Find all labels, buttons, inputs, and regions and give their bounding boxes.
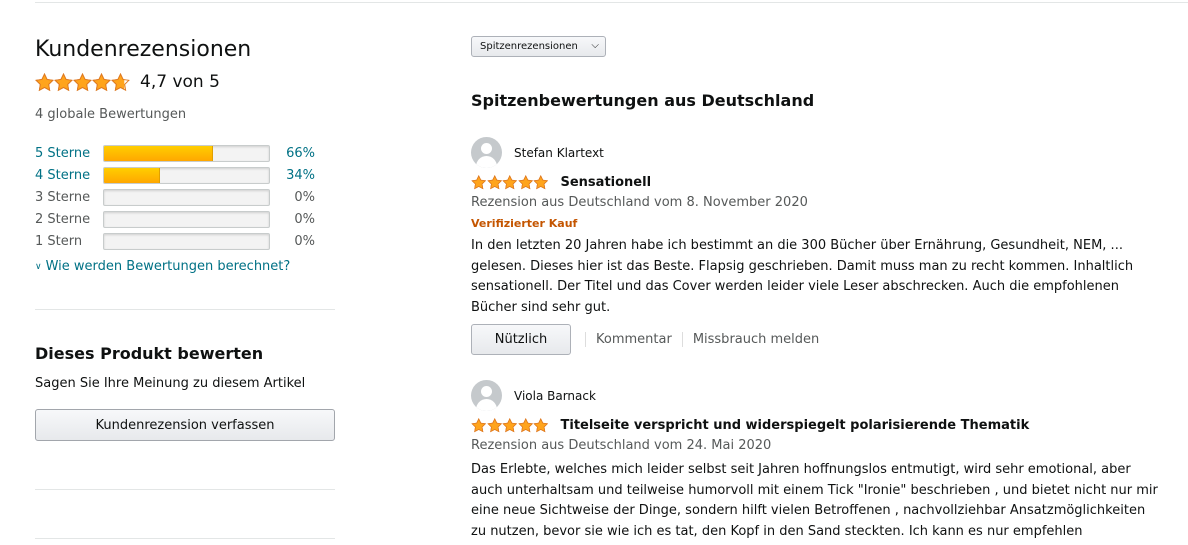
separator (585, 332, 586, 347)
star-icon (73, 72, 92, 91)
histogram-fill (104, 145, 213, 161)
average-rating-text: 4,7 von 5 (140, 72, 220, 92)
histogram-fill (104, 167, 161, 183)
overall-rating: 4,7 von 5 (35, 72, 220, 92)
helpful-button[interactable]: Nützlich (471, 324, 571, 355)
sort-dropdown[interactable]: Spitzenrezensionen ⌵ (471, 36, 606, 57)
histogram-row-4[interactable]: 4 Sterne 34% (35, 164, 335, 186)
histogram-row-3: 3 Sterne 0% (35, 186, 335, 208)
histogram-percent: 0% (294, 211, 315, 227)
review-title-row[interactable]: Sensationell (471, 175, 651, 190)
review-body: In den letzten 20 Jahren habe ich bestim… (471, 238, 1134, 315)
divider (35, 538, 335, 539)
star-icon (92, 72, 111, 91)
histogram-bar (103, 210, 270, 228)
histogram-bar (103, 232, 270, 250)
rate-product-heading: Dieses Produkt bewerten (35, 344, 264, 363)
separator (681, 332, 683, 347)
review-stars-icon (471, 175, 549, 190)
histogram-label: 1 Stern (35, 233, 83, 249)
review-title: Sensationell (560, 175, 652, 190)
review-date: Rezension aus Deutschland vom 8. Novembe… (471, 195, 808, 210)
chevron-down-icon: ∨ (35, 262, 42, 272)
avatar-icon (471, 380, 502, 411)
histogram-percent: 66% (286, 145, 315, 161)
rate-product-subtitle: Sagen Sie Ihre Meinung zu diesem Artikel (35, 376, 306, 391)
histogram-bar (103, 166, 270, 184)
avatar-icon (471, 137, 502, 168)
review-title: Titelseite verspricht und widerspiegelt … (560, 418, 1030, 433)
how-ratings-calculated-link[interactable]: ∨ Wie werden Bewertungen berechnet? (35, 259, 290, 274)
star-icon (471, 175, 487, 190)
chevron-down-icon: ⌵ (591, 40, 599, 51)
sort-selected-value: Spitzenrezensionen (480, 41, 578, 52)
star-icon (502, 175, 518, 190)
review-title-row[interactable]: Titelseite verspricht und widerspiegelt … (471, 418, 1029, 433)
how-ratings-calculated-label: Wie werden Bewertungen berechnet? (45, 259, 291, 274)
star-icon (517, 418, 533, 433)
verified-purchase-badge: Verifizierter Kauf (471, 217, 578, 230)
histogram-label: 4 Sterne (35, 167, 91, 183)
histogram-row-5[interactable]: 5 Sterne 66% (35, 142, 335, 164)
star-icon (35, 72, 54, 91)
top-divider (35, 2, 1188, 3)
reviewer-name: Viola Barnack (514, 388, 596, 403)
histogram-label: 2 Sterne (35, 211, 91, 227)
star-icon (533, 418, 549, 433)
top-reviews-heading: Spitzenbewertungen aus Deutschland (471, 91, 815, 110)
comment-link[interactable]: Kommentar (596, 332, 672, 347)
report-abuse-link[interactable]: Missbrauch melden (693, 332, 819, 347)
histogram-percent: 34% (286, 167, 315, 183)
star-icon (533, 175, 549, 190)
reviewer-name: Stefan Klartext (514, 145, 604, 160)
star-icon (471, 418, 487, 433)
histogram-row-2: 2 Sterne 0% (35, 208, 335, 230)
write-review-button[interactable]: Kundenrezension verfassen (35, 409, 335, 441)
histogram-row-1: 1 Stern 0% (35, 230, 335, 252)
star-icon (486, 175, 502, 190)
star-icon (502, 418, 518, 433)
star-icon (517, 175, 533, 190)
review-date: Rezension aus Deutschland vom 24. Mai 20… (471, 438, 772, 453)
reviewer-profile[interactable]: Viola Barnack (471, 380, 596, 411)
divider (35, 489, 335, 490)
histogram-percent: 0% (294, 233, 315, 249)
histogram-label: 3 Sterne (35, 189, 91, 205)
global-ratings-count: 4 globale Bewertungen (35, 107, 187, 122)
histogram-bar (103, 188, 270, 206)
star-icon (486, 418, 502, 433)
star-icon (54, 72, 73, 91)
reviewer-profile[interactable]: Stefan Klartext (471, 137, 604, 168)
histogram-bar (103, 144, 270, 162)
review-item: Viola Barnack Titelseite verspricht und … (471, 380, 1161, 545)
star-icon (111, 72, 130, 91)
review-stars-icon (471, 418, 549, 433)
histogram-percent: 0% (294, 189, 315, 205)
rating-histogram: 5 Sterne 66% 4 Sterne 34% 3 Sterne 0% 2 … (35, 142, 335, 252)
review-body: Das Erlebte, welches mich leider selbst … (471, 462, 1158, 539)
review-actions: Nützlich Kommentar Missbrauch melden (471, 324, 819, 355)
histogram-label: 5 Sterne (35, 145, 91, 161)
reviews-heading: Kundenrezensionen (35, 37, 252, 62)
average-stars-icon (35, 72, 130, 92)
review-item: Stefan Klartext Sensationell Rezension a… (471, 137, 1161, 362)
divider (35, 309, 335, 310)
